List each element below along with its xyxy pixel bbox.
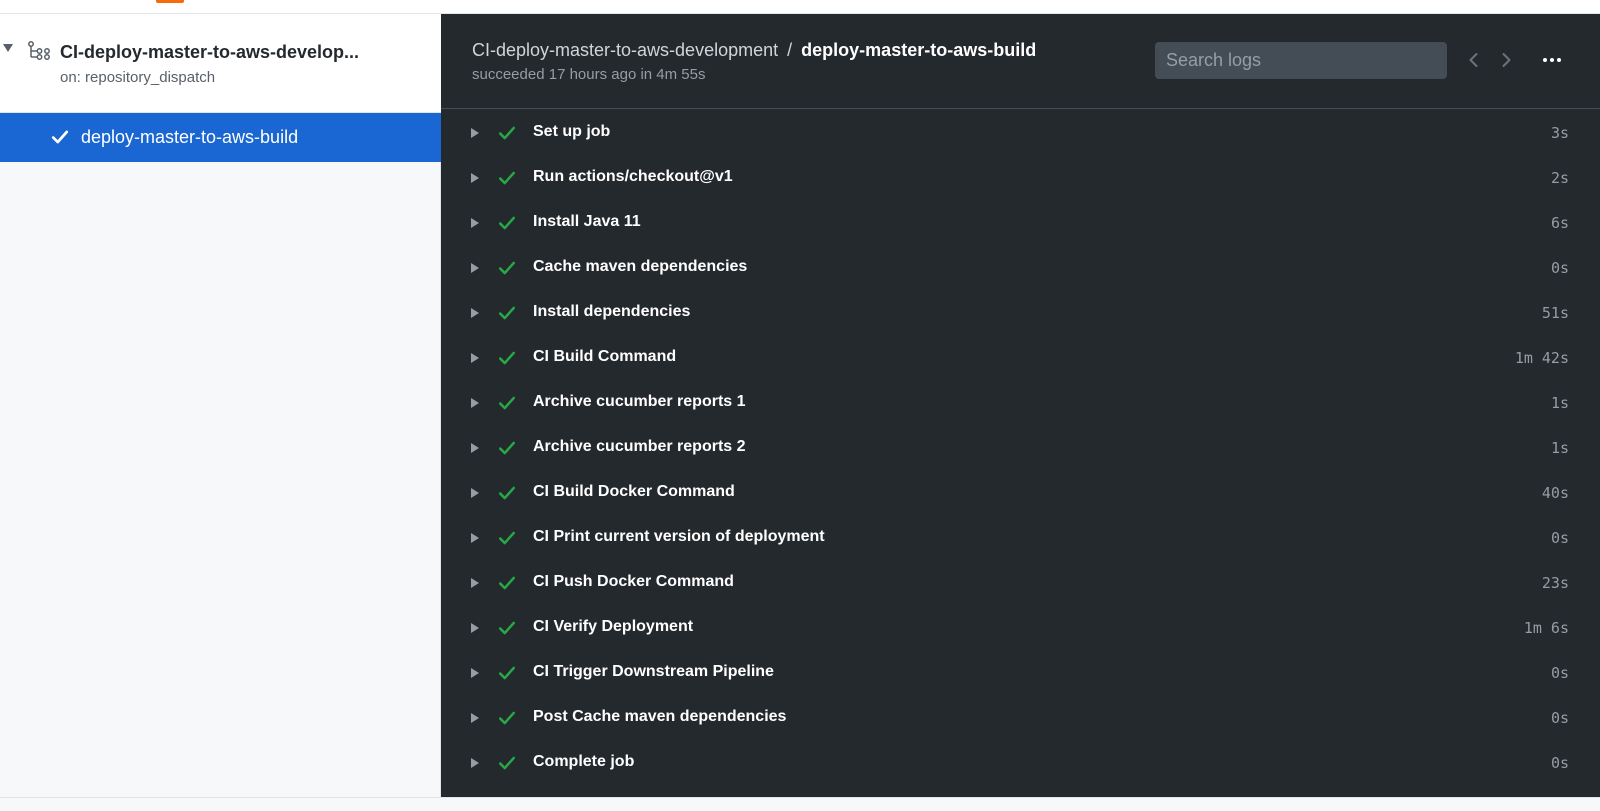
bottom-bar <box>0 797 1600 811</box>
expand-triangle-icon[interactable] <box>471 173 479 183</box>
step-duration: 0s <box>1550 529 1569 547</box>
success-check-icon <box>499 351 515 365</box>
step-row[interactable]: Set up job 3s <box>441 111 1600 156</box>
success-check-icon <box>499 216 515 230</box>
step-duration: 1s <box>1550 439 1569 457</box>
step-row[interactable]: CI Print current version of deployment 0s <box>441 516 1600 561</box>
step-duration: 0s <box>1550 664 1569 682</box>
steps-list: Set up job 3s Run actions/checkout@v1 2s Ins… <box>441 111 1600 786</box>
expand-triangle-icon[interactable] <box>471 713 479 723</box>
expand-triangle-icon[interactable] <box>471 443 479 453</box>
success-check-icon <box>499 261 515 275</box>
expand-triangle-icon[interactable] <box>471 263 479 273</box>
expand-triangle-icon[interactable] <box>471 398 479 408</box>
step-name: CI Print current version of deployment <box>533 528 825 545</box>
expand-triangle-icon[interactable] <box>471 488 479 498</box>
log-panel: CI-deploy-master-to-aws-development / de… <box>441 14 1600 797</box>
step-duration: 0s <box>1550 259 1569 277</box>
step-name: Cache maven dependencies <box>533 258 748 275</box>
breadcrumb: CI-deploy-master-to-aws-development / de… <box>472 40 1036 61</box>
step-duration: 40s <box>1541 484 1569 502</box>
expand-triangle-icon[interactable] <box>471 353 479 363</box>
success-check-icon <box>499 486 515 500</box>
expand-triangle-icon[interactable] <box>471 623 479 633</box>
step-duration: 23s <box>1541 574 1569 592</box>
step-duration: 1m 42s <box>1514 349 1569 367</box>
expand-triangle-icon[interactable] <box>471 128 479 138</box>
step-row[interactable]: CI Verify Deployment 1m 6s <box>441 606 1600 651</box>
step-name: Install Java 11 <box>533 213 641 230</box>
workflow-trigger: on: repository_dispatch <box>60 69 216 86</box>
chevron-right-icon[interactable] <box>1496 50 1516 70</box>
step-name: CI Push Docker Command <box>533 573 734 590</box>
run-status: succeeded 17 hours ago in 4m 55s <box>472 66 706 83</box>
success-check-icon <box>499 396 515 410</box>
workflow-icon <box>28 41 50 60</box>
success-check-icon <box>499 666 515 680</box>
workflow-title[interactable]: CI-deploy-master-to-aws-develop... <box>60 42 430 63</box>
success-check-icon <box>499 711 515 725</box>
step-duration: 0s <box>1550 709 1569 727</box>
step-row[interactable]: CI Build Docker Command 40s <box>441 471 1600 516</box>
success-check-icon <box>499 576 515 590</box>
sidebar: CI-deploy-master-to-aws-develop... on: r… <box>0 14 441 797</box>
workflow-header[interactable]: CI-deploy-master-to-aws-develop... on: r… <box>0 14 441 113</box>
step-name: Set up job <box>533 123 611 140</box>
step-duration: 1m 6s <box>1523 619 1569 637</box>
step-name: Complete job <box>533 753 635 770</box>
step-name: Archive cucumber reports 1 <box>533 393 746 410</box>
step-row[interactable]: CI Trigger Downstream Pipeline 0s <box>441 651 1600 696</box>
step-name: CI Verify Deployment <box>533 618 694 635</box>
success-check-icon <box>499 531 515 545</box>
search-logs-input[interactable] <box>1155 42 1447 79</box>
success-check-icon <box>499 171 515 185</box>
step-duration: 51s <box>1541 304 1569 322</box>
expand-triangle-icon[interactable] <box>471 668 479 678</box>
step-duration: 0s <box>1550 754 1569 772</box>
step-name: CI Trigger Downstream Pipeline <box>533 663 774 680</box>
breadcrumb-job: deploy-master-to-aws-build <box>801 40 1037 60</box>
step-row[interactable]: Install dependencies 51s <box>441 291 1600 336</box>
step-name: Archive cucumber reports 2 <box>533 438 746 455</box>
step-duration: 1s <box>1550 394 1569 412</box>
top-bar <box>0 0 1600 14</box>
expand-triangle-icon[interactable] <box>471 758 479 768</box>
expand-triangle-icon[interactable] <box>471 578 479 588</box>
step-duration: 6s <box>1550 214 1569 232</box>
step-name: CI Build Docker Command <box>533 483 735 500</box>
expand-triangle-icon[interactable] <box>471 218 479 228</box>
step-row[interactable]: Install Java 11 6s <box>441 201 1600 246</box>
success-check-icon <box>499 756 515 770</box>
expand-triangle-icon[interactable] <box>471 308 479 318</box>
step-row[interactable]: Complete job 0s <box>441 741 1600 786</box>
step-name: Run actions/checkout@v1 <box>533 168 733 185</box>
step-row[interactable]: Cache maven dependencies 0s <box>441 246 1600 291</box>
success-check-icon <box>499 306 515 320</box>
success-check-icon <box>499 126 515 140</box>
step-row[interactable]: Run actions/checkout@v1 2s <box>441 156 1600 201</box>
step-row[interactable]: Post Cache maven dependencies 0s <box>441 696 1600 741</box>
success-check-icon <box>499 441 515 455</box>
breadcrumb-workflow[interactable]: CI-deploy-master-to-aws-development <box>472 40 778 60</box>
log-header: CI-deploy-master-to-aws-development / de… <box>441 14 1600 109</box>
step-row[interactable]: Archive cucumber reports 2 1s <box>441 426 1600 471</box>
step-name: Install dependencies <box>533 303 691 320</box>
step-row[interactable]: CI Build Command 1m 42s <box>441 336 1600 381</box>
sidebar-job-label: deploy-master-to-aws-build <box>81 127 299 147</box>
step-row[interactable]: CI Push Docker Command 23s <box>441 561 1600 606</box>
logo-fragment <box>156 0 184 3</box>
check-icon <box>51 130 69 144</box>
sidebar-job-item[interactable]: deploy-master-to-aws-build <box>0 113 441 162</box>
step-duration: 3s <box>1550 124 1569 142</box>
success-check-icon <box>499 621 515 635</box>
expand-triangle-icon[interactable] <box>471 533 479 543</box>
step-name: Post Cache maven dependencies <box>533 708 787 725</box>
collapse-caret-icon[interactable] <box>3 44 13 52</box>
step-row[interactable]: Archive cucumber reports 1 1s <box>441 381 1600 426</box>
breadcrumb-separator: / <box>787 40 793 60</box>
more-options-icon[interactable] <box>1534 50 1570 70</box>
step-name: CI Build Command <box>533 348 677 365</box>
step-duration: 2s <box>1550 169 1569 187</box>
chevron-left-icon[interactable] <box>1464 50 1484 70</box>
